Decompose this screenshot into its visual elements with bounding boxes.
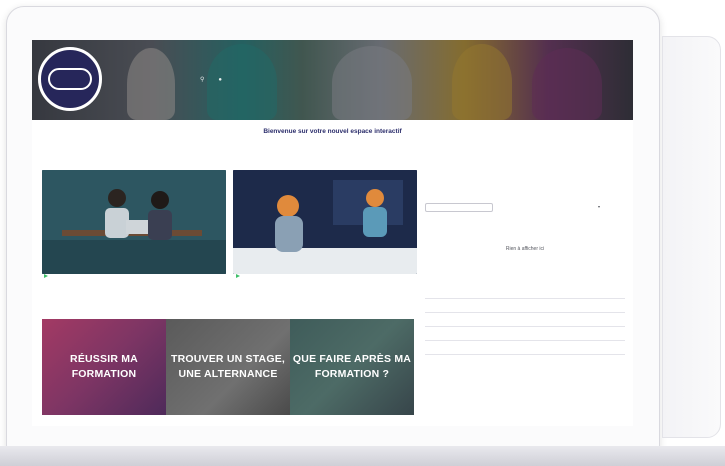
sidebar-list — [425, 285, 625, 355]
list-item[interactable] — [425, 285, 625, 299]
feature-card-image-1[interactable] — [42, 170, 226, 274]
device-side — [662, 36, 721, 438]
tile-label: QUE FAIRE APRÈS MA FORMATION ? — [292, 353, 412, 380]
play-icon — [44, 274, 48, 278]
search-icon[interactable]: ⚲ — [200, 76, 204, 83]
list-item[interactable] — [425, 341, 625, 355]
header-hero: ⚲ ● — [32, 40, 633, 120]
logo-wordmark — [48, 68, 92, 90]
sidebar-stepper[interactable]: ▾ — [598, 204, 600, 209]
logo[interactable] — [38, 47, 102, 111]
sidebar-select[interactable] — [425, 203, 493, 212]
user-icon[interactable]: ● — [218, 77, 222, 83]
list-item[interactable] — [425, 313, 625, 327]
main-nav: ⚲ ● — [200, 76, 222, 84]
tile-label: RÉUSSIR MA FORMATION — [70, 353, 138, 380]
tile-apres-formation[interactable]: QUE FAIRE APRÈS MA FORMATION ? — [290, 319, 414, 415]
feature-card-image-2[interactable] — [233, 170, 417, 274]
tile-trouver-stage[interactable]: TROUVER UN STAGE, UNE ALTERNANCE — [166, 319, 290, 415]
device-base — [0, 446, 725, 466]
welcome-title: Bienvenue sur votre nouvel espace intera… — [263, 128, 402, 135]
tile-reussir-formation[interactable]: RÉUSSIR MA FORMATION — [42, 319, 166, 415]
website-screen: ⚲ ● Bienvenue sur votre nouvel espace in… — [32, 40, 633, 426]
sidebar-empty-title: Rien à afficher ici — [505, 246, 545, 252]
list-item[interactable] — [425, 327, 625, 341]
play-icon — [236, 274, 240, 278]
list-item[interactable] — [425, 299, 625, 313]
tile-label: TROUVER UN STAGE, UNE ALTERNANCE — [170, 353, 286, 380]
